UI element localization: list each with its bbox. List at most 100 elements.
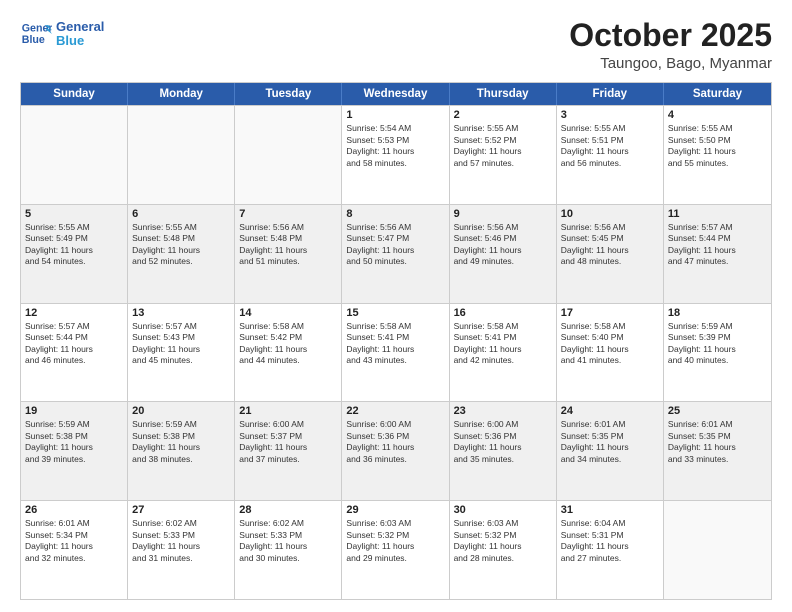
- day-info: Sunrise: 5:55 AM Sunset: 5:48 PM Dayligh…: [132, 222, 230, 268]
- day-number: 21: [239, 405, 337, 417]
- day-cell-8: 8 Sunrise: 5:56 AM Sunset: 5:47 PM Daylig…: [342, 205, 449, 303]
- week-row-5: 26Sunrise: 6:01 AM Sunset: 5:34 PM Dayli…: [21, 500, 771, 599]
- logo-line1: General: [56, 20, 104, 34]
- day-cell-12: 12 Sunrise: 5:57 AM Sunset: 5:44 PM Dayli…: [21, 304, 128, 402]
- svg-text:General: General: [22, 22, 52, 34]
- day-info: Sunrise: 5:54 AM Sunset: 5:53 PM Dayligh…: [346, 123, 444, 169]
- day-cell-13: 13 Sunrise: 5:57 AM Sunset: 5:43 PM Dayli…: [128, 304, 235, 402]
- weekday-header-thursday: Thursday: [450, 83, 557, 105]
- week-row-4: 19 Sunrise: 5:59 AM Sunset: 5:38 PM Dayli…: [21, 401, 771, 500]
- day-number: 23: [454, 405, 552, 417]
- day-info: Sunrise: 5:55 AM Sunset: 5:52 PM Dayligh…: [454, 123, 552, 169]
- week-row-3: 12 Sunrise: 5:57 AM Sunset: 5:44 PM Dayli…: [21, 303, 771, 402]
- day-number: 12: [25, 307, 123, 319]
- day-number: 11: [668, 208, 767, 220]
- day-cell-30: 30 Sunrise: 6:03 AM Sunset: 5:32 PM Dayli…: [450, 501, 557, 599]
- day-number: 17: [561, 307, 659, 319]
- day-cell-15: 15 Sunrise: 5:58 AM Sunset: 5:41 PM Dayli…: [342, 304, 449, 402]
- day-info: Sunrise: 5:55 AM Sunset: 5:49 PM Dayligh…: [25, 222, 123, 268]
- day-cell-11: 11Sunrise: 5:57 AM Sunset: 5:44 PM Dayli…: [664, 205, 771, 303]
- day-cell-16: 16 Sunrise: 5:58 AM Sunset: 5:41 PM Dayli…: [450, 304, 557, 402]
- day-number: 31: [561, 504, 659, 516]
- day-info: Sunrise: 5:55 AM Sunset: 5:50 PM Dayligh…: [668, 123, 767, 169]
- day-cell-7: 7 Sunrise: 5:56 AM Sunset: 5:48 PM Daylig…: [235, 205, 342, 303]
- day-info: Sunrise: 5:59 AM Sunset: 5:38 PM Dayligh…: [25, 419, 123, 465]
- day-number: 18: [668, 307, 767, 319]
- day-cell-27: 27Sunrise: 6:02 AM Sunset: 5:33 PM Dayli…: [128, 501, 235, 599]
- day-cell-22: 22 Sunrise: 6:00 AM Sunset: 5:36 PM Dayli…: [342, 402, 449, 500]
- day-number: 30: [454, 504, 552, 516]
- day-number: 16: [454, 307, 552, 319]
- day-number: 19: [25, 405, 123, 417]
- day-cell-20: 20 Sunrise: 5:59 AM Sunset: 5:38 PM Dayli…: [128, 402, 235, 500]
- day-info: Sunrise: 5:58 AM Sunset: 5:42 PM Dayligh…: [239, 321, 337, 367]
- day-info: Sunrise: 5:56 AM Sunset: 5:46 PM Dayligh…: [454, 222, 552, 268]
- empty-cell: [664, 501, 771, 599]
- day-cell-31: 31 Sunrise: 6:04 AM Sunset: 5:31 PM Dayli…: [557, 501, 664, 599]
- calendar-header-row: SundayMondayTuesdayWednesdayThursdayFrid…: [21, 83, 771, 105]
- day-cell-5: 5Sunrise: 5:55 AM Sunset: 5:49 PM Daylig…: [21, 205, 128, 303]
- day-info: Sunrise: 5:59 AM Sunset: 5:38 PM Dayligh…: [132, 419, 230, 465]
- title-block: October 2025 Taungoo, Bago, Myanmar: [569, 18, 772, 72]
- day-number: 15: [346, 307, 444, 319]
- day-info: Sunrise: 5:56 AM Sunset: 5:48 PM Dayligh…: [239, 222, 337, 268]
- day-info: Sunrise: 6:00 AM Sunset: 5:36 PM Dayligh…: [346, 419, 444, 465]
- day-info: Sunrise: 6:03 AM Sunset: 5:32 PM Dayligh…: [454, 518, 552, 564]
- day-cell-24: 24 Sunrise: 6:01 AM Sunset: 5:35 PM Dayli…: [557, 402, 664, 500]
- day-number: 14: [239, 307, 337, 319]
- day-cell-14: 14 Sunrise: 5:58 AM Sunset: 5:42 PM Dayli…: [235, 304, 342, 402]
- empty-cell: [235, 106, 342, 204]
- day-info: Sunrise: 6:01 AM Sunset: 5:35 PM Dayligh…: [668, 419, 767, 465]
- day-info: Sunrise: 5:58 AM Sunset: 5:40 PM Dayligh…: [561, 321, 659, 367]
- day-cell-19: 19 Sunrise: 5:59 AM Sunset: 5:38 PM Dayli…: [21, 402, 128, 500]
- day-info: Sunrise: 6:01 AM Sunset: 5:35 PM Dayligh…: [561, 419, 659, 465]
- day-info: Sunrise: 5:57 AM Sunset: 5:43 PM Dayligh…: [132, 321, 230, 367]
- day-info: Sunrise: 5:56 AM Sunset: 5:45 PM Dayligh…: [561, 222, 659, 268]
- day-info: Sunrise: 5:59 AM Sunset: 5:39 PM Dayligh…: [668, 321, 767, 367]
- day-info: Sunrise: 5:58 AM Sunset: 5:41 PM Dayligh…: [346, 321, 444, 367]
- logo-icon: General Blue: [20, 18, 52, 50]
- weekday-header-sunday: Sunday: [21, 83, 128, 105]
- day-info: Sunrise: 6:04 AM Sunset: 5:31 PM Dayligh…: [561, 518, 659, 564]
- day-cell-1: 1 Sunrise: 5:54 AM Sunset: 5:53 PM Daylig…: [342, 106, 449, 204]
- day-cell-28: 28 Sunrise: 6:02 AM Sunset: 5:33 PM Dayli…: [235, 501, 342, 599]
- day-cell-17: 17 Sunrise: 5:58 AM Sunset: 5:40 PM Dayli…: [557, 304, 664, 402]
- weekday-header-friday: Friday: [557, 83, 664, 105]
- page: General Blue General Blue October 2025 T…: [0, 0, 792, 612]
- day-number: 7: [239, 208, 337, 220]
- day-number: 28: [239, 504, 337, 516]
- day-info: Sunrise: 5:56 AM Sunset: 5:47 PM Dayligh…: [346, 222, 444, 268]
- empty-cell: [21, 106, 128, 204]
- day-info: Sunrise: 6:02 AM Sunset: 5:33 PM Dayligh…: [239, 518, 337, 564]
- day-info: Sunrise: 6:02 AM Sunset: 5:33 PM Dayligh…: [132, 518, 230, 564]
- day-info: Sunrise: 6:03 AM Sunset: 5:32 PM Dayligh…: [346, 518, 444, 564]
- day-number: 22: [346, 405, 444, 417]
- day-number: 3: [561, 109, 659, 121]
- day-number: 25: [668, 405, 767, 417]
- day-number: 9: [454, 208, 552, 220]
- empty-cell: [128, 106, 235, 204]
- day-cell-10: 10Sunrise: 5:56 AM Sunset: 5:45 PM Dayli…: [557, 205, 664, 303]
- day-cell-2: 2Sunrise: 5:55 AM Sunset: 5:52 PM Daylig…: [450, 106, 557, 204]
- day-number: 24: [561, 405, 659, 417]
- week-row-1: 1 Sunrise: 5:54 AM Sunset: 5:53 PM Daylig…: [21, 105, 771, 204]
- day-cell-3: 3 Sunrise: 5:55 AM Sunset: 5:51 PM Daylig…: [557, 106, 664, 204]
- weekday-header-wednesday: Wednesday: [342, 83, 449, 105]
- day-info: Sunrise: 5:55 AM Sunset: 5:51 PM Dayligh…: [561, 123, 659, 169]
- day-number: 13: [132, 307, 230, 319]
- day-number: 6: [132, 208, 230, 220]
- weekday-header-tuesday: Tuesday: [235, 83, 342, 105]
- logo: General Blue General Blue: [20, 18, 104, 50]
- day-number: 8: [346, 208, 444, 220]
- header: General Blue General Blue October 2025 T…: [20, 18, 772, 72]
- day-info: Sunrise: 5:57 AM Sunset: 5:44 PM Dayligh…: [25, 321, 123, 367]
- day-number: 1: [346, 109, 444, 121]
- logo-line2: Blue: [56, 34, 104, 48]
- day-number: 20: [132, 405, 230, 417]
- day-cell-21: 21Sunrise: 6:00 AM Sunset: 5:37 PM Dayli…: [235, 402, 342, 500]
- day-cell-4: 4Sunrise: 5:55 AM Sunset: 5:50 PM Daylig…: [664, 106, 771, 204]
- day-info: Sunrise: 5:58 AM Sunset: 5:41 PM Dayligh…: [454, 321, 552, 367]
- weekday-header-saturday: Saturday: [664, 83, 771, 105]
- day-number: 29: [346, 504, 444, 516]
- day-cell-6: 6 Sunrise: 5:55 AM Sunset: 5:48 PM Daylig…: [128, 205, 235, 303]
